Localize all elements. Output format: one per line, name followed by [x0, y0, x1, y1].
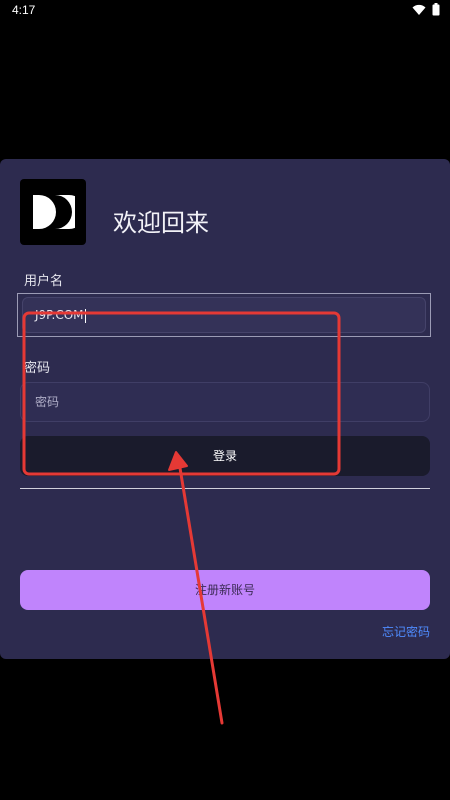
username-label: 用户名	[24, 274, 64, 289]
register-button[interactable]: 注册新账号	[20, 570, 430, 610]
login-button[interactable]: 登录	[20, 436, 430, 476]
status-time: 4:17	[12, 3, 36, 17]
password-label: 密码	[24, 361, 51, 376]
logo-mark-icon	[33, 195, 75, 229]
status-icons	[412, 3, 440, 16]
battery-icon	[432, 3, 440, 16]
forgot-password-link[interactable]: 忘记密码	[382, 623, 430, 640]
username-field-frame: J9P.COM	[17, 293, 431, 337]
password-placeholder: 密码	[35, 395, 60, 409]
wifi-icon	[412, 4, 426, 16]
status-bar: 4:17	[0, 0, 450, 20]
username-input[interactable]: J9P.COM	[22, 297, 426, 333]
divider	[20, 488, 430, 489]
welcome-title: 欢迎回来	[113, 209, 209, 237]
login-card: 欢迎回来 用户名 J9P.COM 密码 密码 登录 注册新账号 忘记密码	[0, 159, 450, 659]
app-logo	[20, 179, 86, 245]
text-caret	[84, 308, 86, 323]
password-input[interactable]: 密码	[20, 382, 430, 422]
username-value: J9P.COM	[35, 308, 84, 322]
